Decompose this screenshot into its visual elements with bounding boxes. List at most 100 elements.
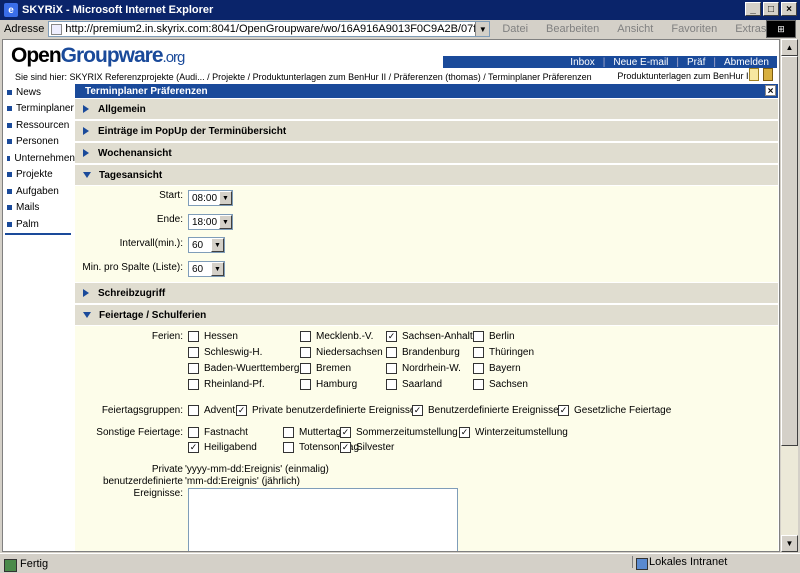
private-hint-once: 'yyyy-mm-dd:Ereignis' (einmalig) [185, 464, 329, 475]
checkbox-unchecked-icon[interactable] [300, 347, 311, 358]
scroll-down-icon[interactable]: ▼ [781, 535, 798, 552]
checkbox-unchecked-icon[interactable] [300, 363, 311, 374]
ende-select[interactable]: 18:00 ▼ [188, 214, 233, 230]
sidebar-item-aufgaben[interactable]: Aufgaben [3, 183, 75, 200]
checkbox-unchecked-icon[interactable] [386, 379, 397, 390]
checkbox-checked-icon[interactable]: ✓ [340, 427, 351, 438]
intervall-select[interactable]: 60 ▼ [188, 237, 225, 253]
gruppe-advent[interactable]: Advent [188, 405, 235, 416]
checkbox-unchecked-icon[interactable] [473, 347, 484, 358]
bullet-icon [7, 172, 12, 178]
nav-preferences[interactable]: Präf [679, 57, 713, 68]
ferien-brandenburg[interactable]: Brandenburg [386, 347, 460, 358]
checkbox-unchecked-icon[interactable] [188, 331, 199, 342]
ferien-saarland[interactable]: Saarland [386, 379, 442, 390]
minimize-button[interactable]: _ [745, 2, 761, 16]
close-button[interactable]: × [781, 2, 797, 16]
menu-favoriten[interactable]: Favoriten [671, 23, 717, 35]
breadcrumb-right[interactable]: Produktunterlagen zum BenHur II [617, 71, 751, 81]
maximize-button[interactable]: □ [763, 2, 779, 16]
ferien-bremen[interactable]: Bremen [300, 363, 351, 374]
gruppe-private-benutzerdefinierte-ereignisse[interactable]: ✓ Private benutzerdefinierte Ereignisse [236, 405, 415, 416]
checkbox-unchecked-icon[interactable] [386, 363, 397, 374]
checkbox-unchecked-icon[interactable] [473, 363, 484, 374]
menu-extras[interactable]: Extras [735, 23, 766, 35]
ferien-berlin[interactable]: Berlin [473, 331, 515, 342]
checkbox-label: Silvester [356, 442, 395, 453]
ferien-sachsen-anhalt[interactable]: ✓ Sachsen-Anhalt [386, 331, 473, 342]
checkbox-unchecked-icon[interactable] [300, 379, 311, 390]
section-feiertage[interactable]: Feiertage / Schulferien [75, 305, 778, 326]
checkbox-checked-icon[interactable]: ✓ [340, 442, 351, 453]
checkbox-unchecked-icon[interactable] [473, 331, 484, 342]
checkbox-checked-icon[interactable]: ✓ [558, 405, 569, 416]
sonstige-fastnacht[interactable]: Fastnacht [188, 427, 248, 438]
section-allgemein[interactable]: Allgemein [75, 99, 778, 120]
scroll-thumb[interactable] [781, 56, 798, 446]
checkbox-unchecked-icon[interactable] [283, 427, 294, 438]
section-wochenansicht[interactable]: Wochenansicht [75, 143, 778, 164]
sidebar-item-news[interactable]: News [3, 84, 75, 101]
ferien-bayern[interactable]: Bayern [473, 363, 521, 374]
sonstige-winterzeitumstellung[interactable]: ✓ Winterzeitumstellung [459, 427, 568, 438]
section-schreibzugriff[interactable]: Schreibzugriff [75, 283, 778, 304]
ferien-hessen[interactable]: Hessen [188, 331, 238, 342]
gruppe-benutzerdefinierte-ereignisse[interactable]: ✓ Benutzerdefinierte Ereignisse [412, 405, 559, 416]
nav-new-email[interactable]: Neue E-mail [605, 57, 676, 68]
checkbox-unchecked-icon[interactable] [188, 379, 199, 390]
menu-bearbeiten[interactable]: Bearbeiten [546, 23, 599, 35]
section-popup[interactable]: Einträge im PopUp der Terminübersicht [75, 121, 778, 142]
sonstige-sommerzeitumstellung[interactable]: ✓ Sommerzeitumstellung [340, 427, 458, 438]
ferien-nordrhein-w[interactable]: Nordrhein-W. [386, 363, 461, 374]
address-dropdown-icon[interactable]: ▼ [475, 22, 490, 36]
checkbox-unchecked-icon[interactable] [283, 442, 294, 453]
ferien-baden-wuerttemberg[interactable]: Baden-Wuerttemberg [188, 363, 299, 374]
menu-datei[interactable]: Datei [502, 23, 528, 35]
checkbox-label: Berlin [489, 331, 515, 342]
sonstige-heiligabend[interactable]: ✓ Heiligabend [188, 442, 257, 453]
ferien-rheinland-pf[interactable]: Rheinland-Pf. [188, 379, 265, 390]
sidebar-item-ressourcen[interactable]: Ressourcen [3, 117, 75, 134]
checkbox-checked-icon[interactable]: ✓ [412, 405, 423, 416]
vertical-scrollbar[interactable]: ▲ ▼ [781, 39, 798, 552]
checkbox-unchecked-icon[interactable] [188, 405, 199, 416]
checkbox-unchecked-icon[interactable] [188, 347, 199, 358]
start-select[interactable]: 08:00 ▼ [188, 190, 233, 206]
checkbox-checked-icon[interactable]: ✓ [236, 405, 247, 416]
checkbox-checked-icon[interactable]: ✓ [188, 442, 199, 453]
ferien-hamburg[interactable]: Hamburg [300, 379, 357, 390]
sonstige-silvester[interactable]: ✓ Silvester [340, 442, 394, 453]
sidebar-item-palm[interactable]: Palm [3, 216, 75, 233]
sonstige-muttertag[interactable]: Muttertag [283, 427, 341, 438]
scroll-up-icon[interactable]: ▲ [781, 39, 798, 56]
ferien-sachsen[interactable]: Sachsen [473, 379, 528, 390]
ferien-mecklenb-v[interactable]: Mecklenb.-V. [300, 331, 373, 342]
gruppe-gesetzliche-feiertage[interactable]: ✓ Gesetzliche Feiertage [558, 405, 671, 416]
checkbox-unchecked-icon[interactable] [188, 363, 199, 374]
ferien-schleswig-h[interactable]: Schleswig-H. [188, 347, 262, 358]
ferien-niedersachsen[interactable]: Niedersachsen [300, 347, 383, 358]
checkbox-unchecked-icon[interactable] [386, 347, 397, 358]
section-tagesansicht[interactable]: Tagesansicht [75, 165, 778, 186]
address-input[interactable]: http://premium2.in.skyrix.com:8041/OpenG… [48, 21, 491, 37]
sidebar-item-mails[interactable]: Mails [3, 200, 75, 217]
nav-inbox[interactable]: Inbox [562, 57, 602, 68]
nav-logout[interactable]: Abmelden [716, 57, 777, 68]
private-label-3: Ereignisse: [133, 488, 183, 499]
panel-close-button[interactable]: × [765, 85, 776, 97]
menu-ansicht[interactable]: Ansicht [617, 23, 653, 35]
clipboard-icon[interactable] [749, 68, 759, 81]
trash-icon[interactable] [763, 68, 773, 81]
checkbox-unchecked-icon[interactable] [188, 427, 199, 438]
checkbox-unchecked-icon[interactable] [300, 331, 311, 342]
checkbox-unchecked-icon[interactable] [473, 379, 484, 390]
ferien-thüringen[interactable]: Thüringen [473, 347, 534, 358]
sidebar-item-personen[interactable]: Personen [3, 134, 75, 151]
sidebar-item-terminplaner[interactable]: Terminplaner [3, 101, 75, 118]
sidebar-item-projekte[interactable]: Projekte [3, 167, 75, 184]
sidebar-item-unternehmen[interactable]: Unternehmen [3, 150, 75, 167]
checkbox-checked-icon[interactable]: ✓ [459, 427, 470, 438]
checkbox-checked-icon[interactable]: ✓ [386, 331, 397, 342]
private-events-textarea[interactable] [188, 488, 458, 551]
spalte-select[interactable]: 60 ▼ [188, 261, 225, 277]
